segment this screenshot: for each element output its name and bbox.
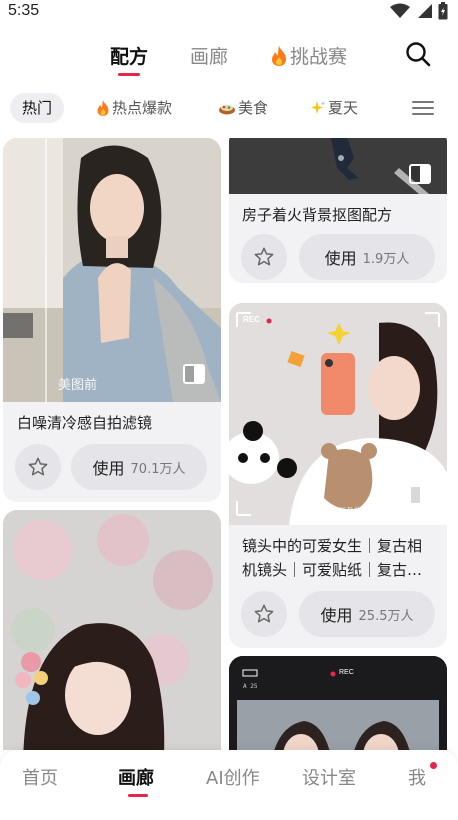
star-icon bbox=[28, 457, 48, 476]
compare-icon[interactable] bbox=[409, 485, 431, 505]
use-count: 70.1万人 bbox=[130, 461, 186, 477]
tab-challenge[interactable]: 挑战赛 bbox=[270, 42, 347, 69]
rec-label: REC bbox=[243, 315, 260, 324]
card-image bbox=[229, 138, 447, 194]
rec-label: REC bbox=[339, 669, 354, 676]
fire-icon bbox=[272, 45, 286, 66]
portrait-photo bbox=[3, 138, 221, 402]
photo-caption: Welcome to old new world bbox=[321, 507, 391, 513]
tab-recipes[interactable]: 配方 bbox=[110, 42, 148, 69]
search-icon[interactable] bbox=[404, 40, 432, 68]
nav-home[interactable]: 首页 bbox=[22, 764, 58, 790]
card-title-line-2: 机镜头｜可爱贴纸｜复古… bbox=[242, 561, 423, 579]
chip-food[interactable]: 美食 bbox=[218, 93, 268, 123]
status-icons bbox=[390, 2, 448, 20]
star-icon bbox=[254, 604, 274, 623]
tab-gallery[interactable]: 画廊 bbox=[190, 42, 228, 69]
notification-badge bbox=[430, 762, 437, 769]
bottom-navigation: 首页 画廊 AI创作 设计室 我 bbox=[0, 750, 458, 820]
before-label: 美图前 bbox=[58, 378, 98, 393]
portrait-photo bbox=[3, 510, 221, 750]
use-button[interactable]: 使用 25.5万人 bbox=[299, 591, 435, 637]
chip-summer-label: 夏天 bbox=[328, 99, 359, 117]
nav-design-room[interactable]: 设计室 bbox=[302, 764, 356, 790]
nav-active-indicator bbox=[128, 794, 148, 797]
status-time: 5:35 bbox=[8, 2, 40, 19]
tab-challenge-label: 挑战赛 bbox=[290, 46, 348, 68]
chip-trending-label: 热点爆款 bbox=[112, 99, 173, 117]
fire-icon bbox=[97, 100, 109, 116]
use-count: 25.5万人 bbox=[358, 608, 414, 624]
top-tab-bar: 配方 画廊 挑战赛 bbox=[0, 36, 458, 80]
nav-ai-create[interactable]: AI创作 bbox=[206, 764, 260, 790]
use-button[interactable]: 使用 70.1万人 bbox=[71, 444, 207, 490]
sparkle-icon bbox=[311, 101, 326, 114]
category-chip-row: 热门 热点爆款 美食 夏天 bbox=[0, 90, 458, 128]
chip-hot[interactable]: 热门 bbox=[10, 93, 65, 123]
recipe-card[interactable]: A 25 REC bbox=[229, 656, 447, 750]
compare-icon[interactable] bbox=[183, 364, 205, 384]
card-title: 房子着火背景抠图配方 bbox=[242, 206, 393, 224]
gallery-feed[interactable]: 美图前 白噪清冷感自拍滤镜 使用 70.1万人 房子着火背景抠图配方 使用 1.… bbox=[0, 138, 458, 750]
svg-text:A 25: A 25 bbox=[243, 683, 258, 690]
use-button[interactable]: 使用 1.9万人 bbox=[299, 234, 435, 280]
star-icon bbox=[254, 247, 274, 266]
recipe-card[interactable] bbox=[3, 510, 221, 750]
recipe-card[interactable]: 美图前 白噪清冷感自拍滤镜 使用 70.1万人 bbox=[3, 138, 221, 502]
nav-gallery[interactable]: 画廊 bbox=[118, 764, 154, 790]
status-bar: 5:35 bbox=[0, 0, 458, 26]
chip-trending[interactable]: 热点爆款 bbox=[96, 93, 172, 123]
use-label: 使用 bbox=[320, 606, 353, 625]
camera-photo: A 25 bbox=[229, 656, 447, 750]
compare-icon[interactable] bbox=[409, 164, 431, 184]
recipe-card[interactable]: REC Welcome to old new world 镜头中的可爱女生｜复古… bbox=[229, 303, 447, 648]
favorite-button[interactable] bbox=[241, 234, 287, 280]
favorite-button[interactable] bbox=[241, 591, 287, 637]
card-image bbox=[3, 510, 221, 750]
card-image: 美图前 bbox=[3, 138, 221, 402]
chip-food-label: 美食 bbox=[238, 99, 269, 117]
use-count: 1.9万人 bbox=[362, 251, 410, 267]
chip-hot-label: 热门 bbox=[22, 99, 53, 117]
chip-summer[interactable]: 夏天 bbox=[310, 93, 358, 123]
favorite-button[interactable] bbox=[15, 444, 61, 490]
card-image: A 25 REC bbox=[229, 656, 447, 750]
use-label: 使用 bbox=[324, 249, 357, 268]
card-image: REC Welcome to old new world bbox=[229, 303, 447, 525]
battery-icon bbox=[438, 2, 448, 20]
wifi-icon bbox=[390, 3, 410, 18]
recipe-card[interactable]: 房子着火背景抠图配方 使用 1.9万人 bbox=[229, 138, 447, 283]
food-icon bbox=[219, 105, 235, 115]
tab-active-indicator bbox=[118, 73, 140, 76]
nav-me[interactable]: 我 bbox=[408, 764, 426, 790]
signal-icon bbox=[418, 4, 432, 18]
use-label: 使用 bbox=[92, 459, 125, 478]
card-title: 白噪清冷感自拍滤镜 bbox=[17, 414, 153, 432]
category-menu-button[interactable] bbox=[412, 97, 434, 119]
